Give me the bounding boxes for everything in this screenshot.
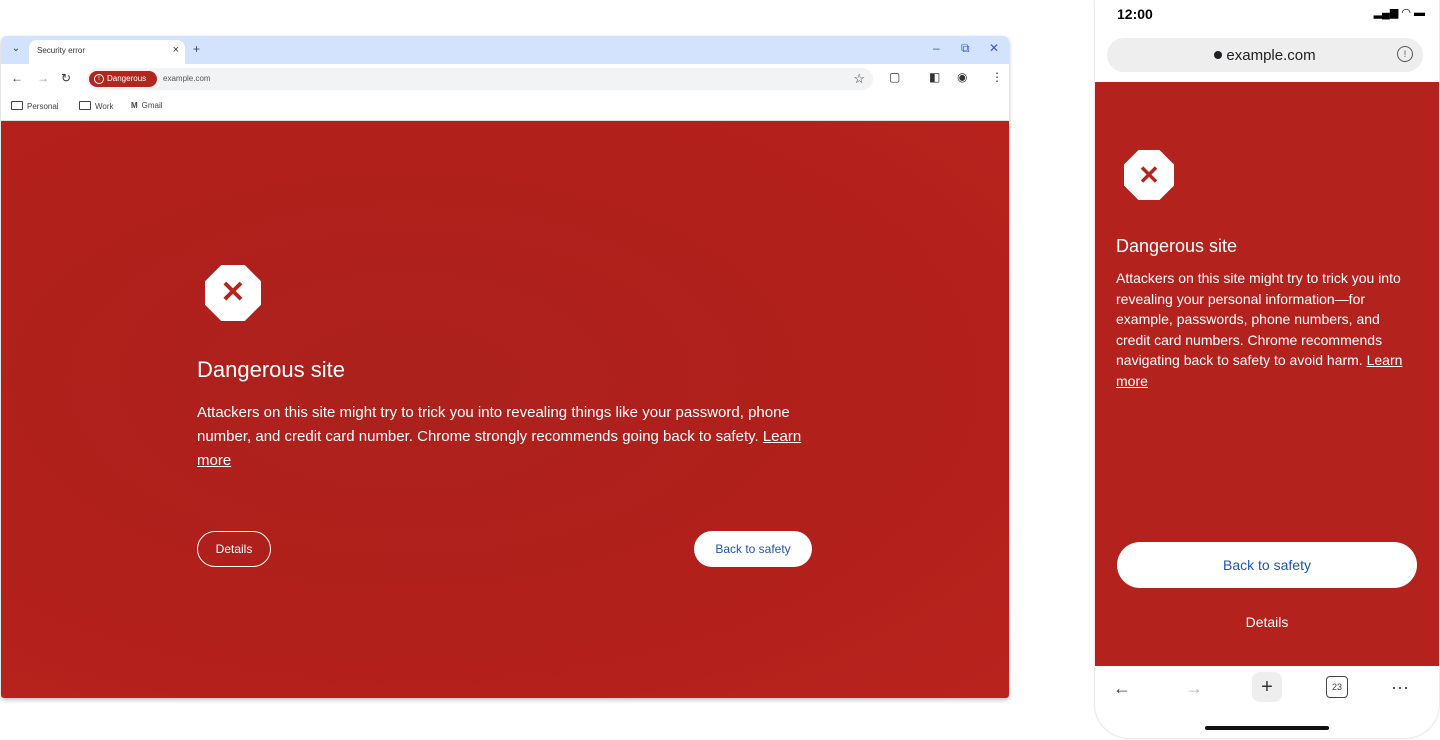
warning-icon: !: [94, 74, 104, 84]
mobile-page-title: Dangerous site: [1116, 236, 1238, 256]
info-icon[interactable]: !: [1397, 46, 1413, 62]
status-time: 12:00: [1117, 6, 1153, 22]
bookmark-gmail[interactable]: M Gmail: [131, 101, 163, 110]
bookmark-star-icon[interactable]: ☆: [853, 71, 865, 87]
details-button[interactable]: Details: [197, 531, 271, 567]
mobile-back-to-safety-button[interactable]: Back to safety: [1117, 542, 1417, 588]
minimize-icon[interactable]: –: [933, 41, 940, 55]
bookmark-work[interactable]: Work: [79, 101, 114, 111]
back-icon[interactable]: ←: [11, 71, 23, 85]
mobile-interstitial-page: ✕ Dangerous site Attackers on this site …: [1095, 82, 1439, 666]
mobile-bottom-nav: ← → + 23 ⋯: [1095, 666, 1439, 712]
desktop-browser-window: ⌄ Security error × + – ⧉ ✕ ← → ↻ ! Dange…: [1, 36, 1009, 698]
danger-octagon-icon: ✕: [1124, 150, 1174, 200]
status-icons: ▂▄▆ ◠ ▬: [1373, 7, 1425, 19]
url-text[interactable]: example.com: [163, 74, 211, 83]
restore-icon[interactable]: ⧉: [961, 41, 970, 56]
mobile-more-icon[interactable]: ⋯: [1391, 678, 1409, 699]
interstitial-page: ✕ Dangerous site Attackers on this site …: [1, 121, 1009, 698]
danger-octagon-icon: ✕: [205, 265, 261, 321]
mobile-phone: 12:00 ▂▄▆ ◠ ▬ example.com ! ✕ Dangerous …: [1095, 0, 1439, 738]
page-title: Dangerous site: [197, 357, 345, 382]
gmail-icon: M: [131, 101, 138, 110]
mobile-details-button[interactable]: Details: [1095, 614, 1439, 630]
new-tab-icon[interactable]: +: [193, 42, 200, 56]
tab-close-icon[interactable]: ×: [173, 44, 179, 56]
reload-icon[interactable]: ↻: [61, 71, 71, 85]
mobile-warning-description: Attackers on this site might try to tric…: [1116, 270, 1403, 389]
tab-search-icon[interactable]: ⌄: [9, 42, 23, 56]
warning-description: Attackers on this site might try to tric…: [197, 404, 802, 469]
home-indicator: [1205, 726, 1329, 730]
site-info-dot-icon: [1214, 51, 1223, 59]
bookmarks-bar: Personal Work M Gmail: [1, 94, 1009, 121]
tab-title: Security error: [37, 46, 86, 55]
forward-icon[interactable]: →: [37, 71, 49, 85]
browser-toolbar: ← → ↻ ! Dangerous example.com ☆ ▢ ◧ ◉ ⋮: [1, 64, 1009, 94]
menu-kebab-icon[interactable]: ⋮: [991, 70, 1003, 84]
mobile-forward-icon[interactable]: →: [1185, 678, 1203, 699]
bookmark-personal[interactable]: Personal: [11, 101, 59, 111]
mobile-address-bar[interactable]: example.com !: [1107, 38, 1423, 72]
tab-count-icon[interactable]: 23: [1326, 676, 1348, 698]
mobile-url: example.com: [1107, 47, 1423, 64]
tab-strip: ⌄ Security error × + – ⧉ ✕: [1, 36, 1009, 64]
folder-icon: [79, 101, 91, 110]
dangerous-chip[interactable]: ! Dangerous: [89, 71, 157, 87]
side-panel-icon[interactable]: ◧: [929, 70, 940, 84]
window-close-icon[interactable]: ✕: [989, 41, 999, 55]
folder-icon: [11, 101, 23, 110]
chip-label: Dangerous: [107, 74, 147, 83]
extensions-icon[interactable]: ▢: [889, 70, 900, 84]
address-bar[interactable]: ! Dangerous example.com ☆: [87, 68, 873, 90]
active-tab[interactable]: Security error ×: [29, 40, 185, 64]
profile-icon[interactable]: ◉: [957, 70, 967, 84]
back-to-safety-button[interactable]: Back to safety: [694, 531, 812, 567]
mobile-back-icon[interactable]: ←: [1113, 678, 1131, 699]
mobile-new-tab-icon[interactable]: +: [1252, 672, 1282, 702]
